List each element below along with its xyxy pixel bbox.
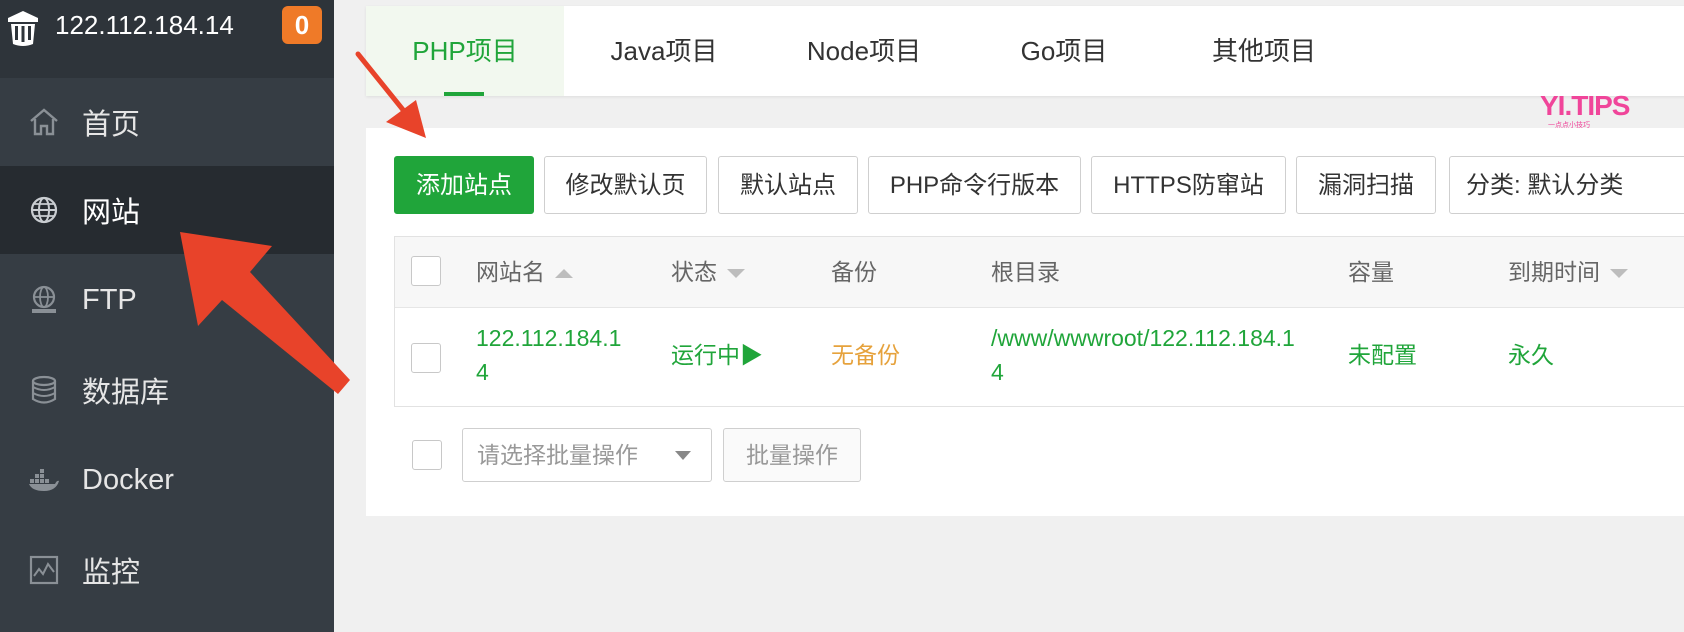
tab-label: Java项目 (610, 36, 718, 66)
table-header: 网站名 状态 备份 根目录 容量 到期时间 (395, 237, 1684, 308)
edit-default-page-button[interactable]: 修改默认页 (544, 156, 707, 214)
batch-operation-select[interactable]: 请选择批量操作 (462, 428, 712, 482)
site-status-toggle[interactable]: 运行中▶ (671, 338, 763, 372)
tab-java[interactable]: Java项目 (564, 6, 764, 96)
add-site-button[interactable]: 添加站点 (394, 156, 534, 214)
category-select-value: 分类: 默认分类 (1466, 172, 1624, 199)
site-name-link[interactable]: 122.112.184.1 4 (476, 321, 621, 389)
chevron-down-icon (675, 451, 691, 460)
column-header-root: 根目录 (991, 259, 1060, 285)
site-list-panel: 添加站点 修改默认页 默认站点 PHP命令行版本 HTTPS防窜站 漏洞扫描 分… (366, 128, 1684, 516)
column-header-expiry[interactable]: 到期时间 (1508, 237, 1628, 307)
default-site-button[interactable]: 默认站点 (718, 156, 858, 214)
tab-label: PHP项目 (412, 36, 518, 66)
sidebar-item-ftp[interactable]: FTP (0, 256, 334, 344)
tab-other[interactable]: 其他项目 (1164, 6, 1364, 96)
batch-select-placeholder: 请选择批量操作 (477, 442, 638, 468)
sidebar-item-label: 网站 (82, 197, 141, 229)
site-root-link[interactable]: /www/wwwroot/122.112.184.1 4 (991, 321, 1295, 389)
column-header-status[interactable]: 状态 (671, 237, 745, 307)
watermark-logo: YI.TIPS 一点点小技巧 (1540, 90, 1640, 130)
row-checkbox[interactable] (411, 343, 441, 373)
column-header-backup: 备份 (831, 259, 877, 285)
sidebar-item-home[interactable]: 首页 (0, 78, 334, 166)
table-row: 122.112.184.1 4 运行中▶ 无备份 /www/wwwroot/12… (395, 307, 1684, 407)
https-anti-hijack-button[interactable]: HTTPS防窜站 (1091, 156, 1286, 214)
tab-label: Node项目 (806, 36, 922, 66)
server-ip: 122.112.184.14 (55, 10, 234, 40)
category-select[interactable]: 分类: 默认分类 (1449, 156, 1684, 214)
sort-desc-icon (1610, 269, 1628, 279)
sidebar-item-label: 数据库 (82, 377, 170, 409)
sidebar-item-docker[interactable]: Docker (0, 436, 334, 524)
sidebar-header: 122.112.184.14 0 (0, 0, 334, 78)
tab-php[interactable]: PHP项目 (366, 6, 564, 96)
tab-node[interactable]: Node项目 (764, 6, 964, 96)
sidebar-item-label: FTP (82, 283, 137, 316)
site-expiry-link[interactable]: 永久 (1508, 338, 1554, 372)
tab-go[interactable]: Go项目 (964, 6, 1164, 96)
site-table: 网站名 状态 备份 根目录 容量 到期时间 122.112.184.1 4 运行… (394, 236, 1684, 407)
site-capacity-link[interactable]: 未配置 (1348, 338, 1417, 372)
globe-icon (30, 196, 58, 224)
project-tabs: PHP项目 Java项目 Node项目 Go项目 其他项目 (366, 6, 1684, 96)
sort-desc-icon (727, 269, 745, 279)
tab-label: Go项目 (1020, 36, 1108, 66)
php-cli-version-button[interactable]: PHP命令行版本 (868, 156, 1081, 214)
sidebar-item-website[interactable]: 网站 (0, 166, 334, 254)
ftp-icon (32, 285, 56, 313)
vuln-scan-button[interactable]: 漏洞扫描 (1296, 156, 1436, 214)
database-icon (31, 375, 57, 404)
column-header-capacity: 容量 (1348, 259, 1394, 285)
select-all-checkbox[interactable] (411, 256, 441, 286)
monitor-icon (29, 555, 59, 585)
batch-operation-button[interactable]: 批量操作 (723, 428, 861, 482)
tab-active-indicator (444, 92, 484, 96)
site-backup-link[interactable]: 无备份 (831, 338, 900, 372)
watermark-text: YI.TIPS (1540, 90, 1630, 121)
tab-label: 其他项目 (1211, 36, 1316, 66)
sort-asc-icon (555, 269, 573, 279)
server-logo-icon (8, 11, 38, 46)
sidebar-item-label: 监控 (82, 557, 141, 589)
batch-select-all-checkbox[interactable] (412, 440, 442, 470)
sidebar-item-label: Docker (82, 463, 174, 496)
sidebar-item-label: 首页 (82, 109, 141, 141)
sidebar-item-monitor[interactable]: 监控 (0, 526, 334, 614)
docker-icon (29, 469, 59, 491)
sidebar-item-database[interactable]: 数据库 (0, 346, 334, 434)
column-header-name[interactable]: 网站名 (476, 237, 573, 307)
sidebar: 122.112.184.14 0 首页 网站 FTP 数据库 Docker 监控 (0, 0, 334, 632)
home-icon (30, 108, 58, 136)
alert-count-badge[interactable]: 0 (282, 6, 322, 44)
